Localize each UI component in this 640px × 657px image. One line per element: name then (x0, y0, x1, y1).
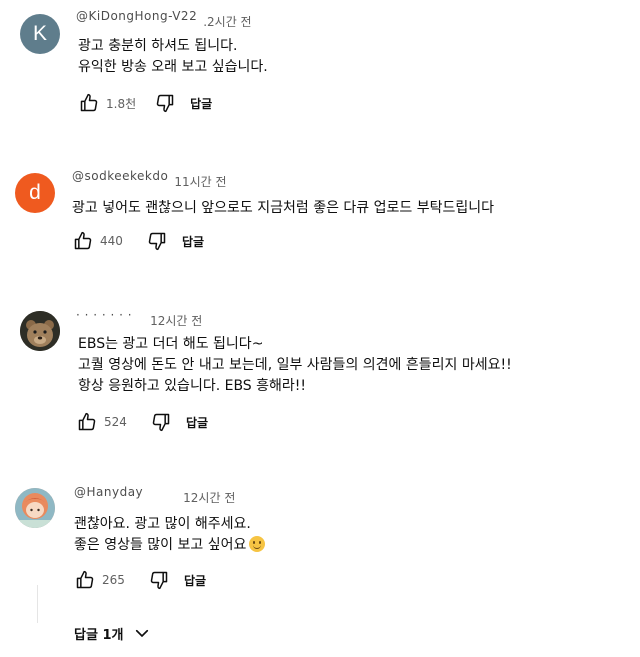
comment-header: @KiDongHong-V22 .2시간 전 (76, 9, 252, 30)
illustrated-avatar-icon (15, 488, 55, 528)
reply-button[interactable]: 답글 (186, 414, 208, 431)
timestamp[interactable]: .2시간 전 (203, 15, 251, 29)
avatar-letter: d (29, 181, 41, 204)
comment-line: 유익한 방송 오래 보고 싶습니다. (78, 59, 268, 75)
avatar[interactable]: K (20, 14, 60, 54)
comment-line: 광고 넣어도 괜찮으니 앞으로도 지금처럼 좋은 다큐 업로드 부탁드립니다 (72, 200, 494, 216)
comment-line: EBS는 광고 더더 해도 됩니다~ (78, 336, 264, 352)
author-handle[interactable]: @sodkeekekdo (72, 168, 168, 184)
reply-thread-line (37, 585, 38, 623)
comment-text: EBS는 광고 더더 해도 됩니다~ 고퀄 영상에 돈도 안 내고 보는데, 일… (78, 334, 512, 397)
thumb-up-icon (76, 570, 94, 589)
avatar[interactable]: d (15, 173, 55, 213)
comment-header: · · · · · · · 12시간 전 (76, 308, 202, 329)
author-handle[interactable]: @Hanyday (74, 484, 143, 500)
avatar[interactable] (15, 488, 55, 528)
replies-count-label: 답글 1개 (74, 627, 124, 643)
reply-button[interactable]: 답글 (184, 572, 206, 589)
like-button[interactable] (74, 569, 96, 591)
comment-line: 고퀄 영상에 돈도 안 내고 보는데, 일부 사람들의 의견에 흔들리지 마세요… (78, 357, 512, 373)
timestamp[interactable]: 11시간 전 (174, 175, 226, 189)
thumb-down-icon (148, 232, 166, 251)
like-count: 1.8천 (106, 96, 137, 111)
dislike-button[interactable] (154, 92, 176, 114)
thumb-down-icon (152, 413, 170, 432)
comment-actions: 265 답글 (74, 569, 206, 591)
chevron-down-icon (136, 629, 149, 637)
thumb-up-icon (74, 231, 92, 250)
comment-actions: 440 답글 (72, 230, 204, 252)
comment-text: 광고 충분히 하셔도 됩니다. 유익한 방송 오래 보고 싶습니다. (78, 36, 268, 78)
timestamp[interactable]: 12시간 전 (183, 491, 235, 505)
like-button[interactable] (78, 92, 100, 114)
comment-actions: 524 답글 (76, 411, 208, 433)
avatar[interactable] (20, 311, 60, 351)
like-count: 440 (100, 234, 123, 248)
comment-actions: 1.8천 답글 (78, 92, 212, 114)
thumb-down-icon (150, 571, 168, 590)
thumb-down-icon (156, 94, 174, 113)
comment-line-with-emoji: 좋은 영상들 많이 보고 싶어요 (74, 535, 266, 556)
reply-button[interactable]: 답글 (190, 95, 212, 112)
comment-header: @Hanyday 12시간 전 (74, 485, 235, 506)
author-handle[interactable]: · · · · · · · (76, 307, 132, 323)
author-handle[interactable]: @KiDongHong-V22 (76, 8, 197, 24)
bear-avatar-icon (20, 311, 60, 351)
comment-text: 광고 넣어도 괜찮으니 앞으로도 지금처럼 좋은 다큐 업로드 부탁드립니다 (72, 198, 494, 219)
comment-line: 좋은 영상들 많이 보고 싶어요 (74, 537, 247, 553)
comment-text: 괜찮아요. 광고 많이 해주세요. 좋은 영상들 많이 보고 싶어요 (74, 514, 266, 556)
reply-button[interactable]: 답글 (182, 233, 204, 250)
thumb-up-icon (78, 412, 96, 431)
dislike-button[interactable] (150, 411, 172, 433)
like-button[interactable] (76, 411, 98, 433)
dislike-button[interactable] (148, 569, 170, 591)
timestamp[interactable]: 12시간 전 (150, 314, 202, 328)
like-count: 265 (102, 573, 125, 587)
comment-line: 항상 응원하고 있습니다. EBS 흥해라!! (78, 378, 307, 394)
avatar-letter: K (32, 22, 47, 45)
view-replies-button[interactable]: 답글 1개 (74, 622, 151, 644)
thumb-up-icon (80, 93, 98, 112)
like-count: 524 (104, 415, 127, 429)
dislike-button[interactable] (146, 230, 168, 252)
like-button[interactable] (72, 230, 94, 252)
comment-line: 광고 충분히 하셔도 됩니다. (78, 38, 238, 54)
comment-line: 괜찮아요. 광고 많이 해주세요. (74, 516, 251, 532)
comment-header: @sodkeekekdo 11시간 전 (72, 169, 227, 190)
smiling-face-emoji (249, 536, 266, 552)
